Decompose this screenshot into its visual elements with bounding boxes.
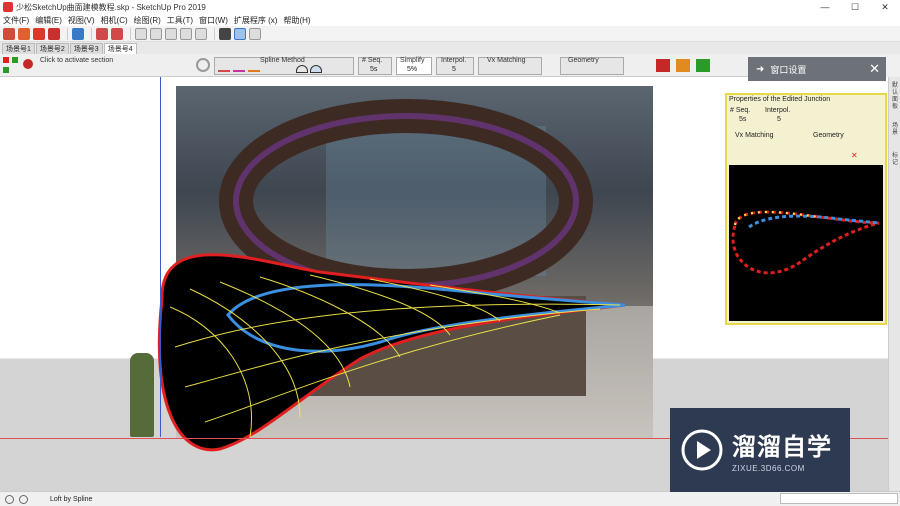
menu-tools[interactable]: 工具(T) xyxy=(167,15,193,26)
measurements-box[interactable] xyxy=(780,493,898,504)
sketchup-app-icon xyxy=(3,2,13,12)
select-tool-icon[interactable] xyxy=(3,27,15,40)
spline-option-3-icon[interactable] xyxy=(248,66,260,72)
watermark-text: 溜溜自学 ZIXUE.3D66.COM xyxy=(732,427,832,473)
toolbar-divider xyxy=(91,27,92,40)
junction-preview xyxy=(729,165,883,321)
properties-dialog: Properties of the Edited Junction # Seq.… xyxy=(725,93,887,325)
blue-axis xyxy=(160,77,161,437)
toolbar-divider xyxy=(67,27,68,40)
tab-scene-4[interactable]: 场景号4 xyxy=(103,43,137,54)
toolbar-divider xyxy=(130,27,131,40)
panel-close-icon[interactable]: ✕ xyxy=(869,61,880,77)
watermark: 溜溜自学 ZIXUE.3D66.COM xyxy=(670,408,850,492)
seq-label: # Seq. xyxy=(362,57,383,64)
info-icon[interactable] xyxy=(5,494,14,504)
print-icon[interactable] xyxy=(72,27,84,40)
refresh-icon[interactable] xyxy=(196,58,210,72)
red-marker-icon xyxy=(3,57,9,63)
props-seq-label: # Seq. xyxy=(730,107,751,114)
back-icon[interactable] xyxy=(676,59,690,72)
spline-option-1-icon[interactable] xyxy=(218,66,230,72)
menu-file[interactable]: 文件(F) xyxy=(3,15,29,26)
window-title: 少松SketchUp曲面建模教程.skp - SketchUp Pro 2019 xyxy=(16,2,206,12)
menu-extensions[interactable]: 扩展程序 (x) xyxy=(234,15,278,26)
component-icon[interactable] xyxy=(96,27,108,40)
spline-method-label: Spline Method xyxy=(260,57,305,64)
view-left-icon[interactable] xyxy=(195,27,207,40)
panel-expand-icon[interactable]: ➜ xyxy=(756,64,764,75)
menu-camera[interactable]: 相机(C) xyxy=(101,15,128,26)
menu-view[interactable]: 视图(V) xyxy=(68,15,95,26)
menu-help[interactable]: 帮助(H) xyxy=(283,15,310,26)
tray-tab-scenes[interactable]: 场景 xyxy=(890,123,900,137)
tab-scene-3[interactable]: 场景号3 xyxy=(69,43,103,54)
panel-title: 窗口设置 xyxy=(770,64,807,75)
tab-scene-1[interactable]: 场景号1 xyxy=(2,43,35,54)
tray-tab-tags[interactable]: 标记 xyxy=(890,153,900,167)
seq-value[interactable]: 5s xyxy=(370,66,377,73)
view-front-icon[interactable] xyxy=(150,27,162,40)
menu-window[interactable]: 窗口(W) xyxy=(199,15,228,26)
group-icon[interactable] xyxy=(111,27,123,40)
curviloft-toolbar: Click to activate section Spline Method … xyxy=(0,55,748,77)
view-back-icon[interactable] xyxy=(180,27,192,40)
props-controls: # Seq. 5s Interpol. 5 Vx Matching Geomet… xyxy=(727,104,885,164)
status-bar: Loft by Spline xyxy=(0,491,900,506)
geometry-label: Geometry xyxy=(568,57,599,64)
section-hint: Click to activate section xyxy=(40,57,114,64)
simplify-label: Simplify xyxy=(400,57,425,64)
spline-option-4-icon[interactable] xyxy=(296,65,308,73)
status-text: Loft by Spline xyxy=(50,495,93,503)
scene-tabs: 场景号1 场景号2 场景号3 场景号4 xyxy=(0,42,900,54)
menu-bar: 文件(F) 编辑(E) 视图(V) 相机(C) 绘图(R) 工具(T) 窗口(W… xyxy=(0,14,900,26)
validate-icon[interactable] xyxy=(696,59,710,72)
tab-scene-2[interactable]: 场景号2 xyxy=(35,43,69,54)
arrow-green-icon[interactable] xyxy=(3,67,9,73)
settings-tool-icon[interactable] xyxy=(18,27,30,40)
main-toolbar xyxy=(0,26,900,42)
interpol-label: Interpol. xyxy=(441,57,467,64)
camera-icon[interactable] xyxy=(48,27,60,40)
props-title: Properties of the Edited Junction xyxy=(729,96,831,103)
folder-icon[interactable] xyxy=(33,27,45,40)
tray-tab-default[interactable]: 默认面板 xyxy=(890,83,900,111)
section-planes-icon[interactable] xyxy=(234,27,246,40)
menu-edit[interactable]: 编辑(E) xyxy=(35,15,62,26)
props-seq-value[interactable]: 5s xyxy=(739,116,746,123)
interpol-value[interactable]: 5 xyxy=(452,66,456,73)
props-interpol-label: Interpol. xyxy=(765,107,791,114)
spline-option-5-icon[interactable] xyxy=(310,65,322,73)
watermark-logo-icon xyxy=(681,429,723,471)
watermark-url: ZIXUE.3D66.COM xyxy=(732,464,805,473)
panel-header: ➜ 窗口设置 ✕ xyxy=(748,57,886,81)
preview-curve-svg xyxy=(731,210,880,275)
maximize-button[interactable]: ☐ xyxy=(840,0,870,14)
simplify-value[interactable]: 5% xyxy=(407,66,417,73)
spline-option-2-icon[interactable] xyxy=(233,66,245,72)
view-right-icon[interactable] xyxy=(165,27,177,40)
tray-strip: 默认面板 场景 标记 xyxy=(888,77,900,491)
close-button[interactable]: ✕ xyxy=(870,0,900,14)
minimize-button[interactable]: — xyxy=(810,0,840,14)
menu-draw[interactable]: 绘图(R) xyxy=(134,15,161,26)
watermark-name: 溜溜自学 xyxy=(732,433,832,461)
props-interpol-value[interactable]: 5 xyxy=(777,116,781,123)
title-bar: 少松SketchUp曲面建模教程.skp - SketchUp Pro 2019… xyxy=(0,0,900,14)
section-cuts-icon[interactable] xyxy=(249,27,261,40)
check-icon[interactable] xyxy=(12,57,18,63)
credits-icon[interactable] xyxy=(19,494,28,504)
exit-icon[interactable] xyxy=(656,59,670,72)
props-delete-icon[interactable]: ✕ xyxy=(851,152,859,160)
props-geometry-label: Geometry xyxy=(813,132,844,139)
toolbar-divider xyxy=(214,27,215,40)
view-top-icon[interactable] xyxy=(135,27,147,40)
scale-figure xyxy=(130,353,154,437)
vx-matching-label: Vx Matching xyxy=(487,57,526,64)
record-icon[interactable] xyxy=(23,59,33,69)
section-tool-icon[interactable] xyxy=(219,27,231,40)
props-vx-matching-label: Vx Matching xyxy=(735,132,774,139)
